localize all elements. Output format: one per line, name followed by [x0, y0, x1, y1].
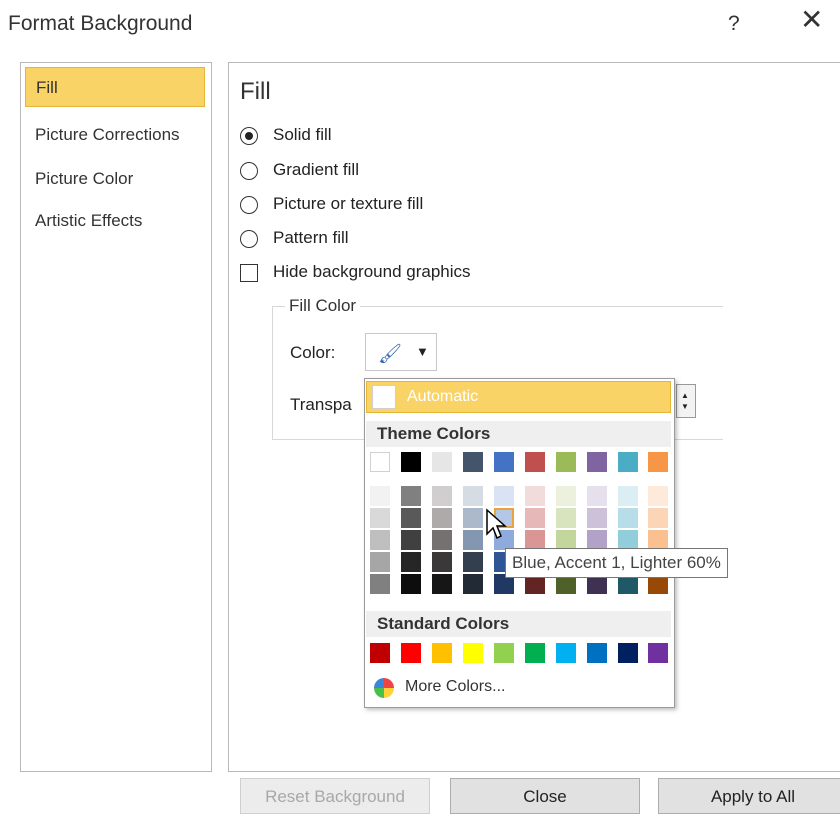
checkbox-icon — [240, 264, 258, 282]
standard-color-swatch[interactable] — [494, 643, 514, 663]
radio-icon — [240, 196, 258, 214]
reset-background-button[interactable]: Reset Background — [240, 778, 430, 814]
theme-shade-swatch[interactable] — [494, 486, 514, 506]
standard-color-swatch[interactable] — [401, 643, 421, 663]
chevron-down-icon: ▼ — [416, 344, 429, 359]
category-panel: Fill Picture Corrections Picture Color A… — [20, 62, 212, 772]
picture-texture-fill-label: Picture or texture fill — [273, 194, 424, 213]
theme-color-swatch[interactable] — [432, 452, 452, 472]
dialog-titlebar: Format Background ? ✕ — [0, 0, 840, 52]
standard-color-swatch[interactable] — [525, 643, 545, 663]
sidebar-item-picture-color[interactable]: Picture Color — [25, 159, 205, 199]
theme-shade-swatch[interactable] — [432, 486, 452, 506]
help-button[interactable]: ? — [728, 12, 740, 36]
theme-shade-swatch[interactable] — [525, 508, 545, 528]
theme-color-swatch[interactable] — [463, 452, 483, 472]
section-heading: Fill — [240, 78, 271, 105]
theme-color-swatch[interactable] — [494, 452, 514, 472]
theme-color-swatch[interactable] — [648, 452, 668, 472]
standard-color-swatch[interactable] — [618, 643, 638, 663]
theme-shade-swatch[interactable] — [401, 552, 421, 572]
standard-color-swatch[interactable] — [432, 643, 452, 663]
mouse-cursor-icon — [486, 508, 507, 540]
theme-shade-swatch[interactable] — [525, 486, 545, 506]
theme-color-swatch[interactable] — [401, 452, 421, 472]
theme-shade-swatch[interactable] — [648, 486, 668, 506]
spinner-down-icon[interactable]: ▼ — [681, 402, 689, 411]
theme-shade-swatch[interactable] — [618, 530, 638, 550]
transparency-spinner[interactable]: ▲ ▼ — [676, 384, 696, 418]
gradient-fill-label: Gradient fill — [273, 160, 359, 179]
standard-color-swatch[interactable] — [370, 643, 390, 663]
theme-shade-swatch[interactable] — [432, 552, 452, 572]
hide-background-label: Hide background graphics — [273, 262, 471, 281]
theme-color-swatch[interactable] — [525, 452, 545, 472]
pattern-fill-label: Pattern fill — [273, 228, 349, 247]
theme-shade-swatch[interactable] — [525, 530, 545, 550]
fill-color-dropdown[interactable]: 🖌︎ ▼ — [365, 333, 437, 371]
theme-shade-swatch[interactable] — [370, 552, 390, 572]
theme-shade-swatch[interactable] — [587, 508, 607, 528]
theme-color-swatch[interactable] — [556, 452, 576, 472]
radio-selected-icon — [240, 127, 258, 145]
sidebar-item-artistic-effects[interactable]: Artistic Effects — [25, 201, 205, 241]
spinner-up-icon[interactable]: ▲ — [681, 391, 689, 400]
color-label: Color: — [290, 343, 336, 362]
apply-to-all-button[interactable]: Apply to All — [658, 778, 840, 814]
color-tooltip: Blue, Accent 1, Lighter 60% — [505, 548, 728, 578]
transparency-label: Transpa — [290, 395, 352, 414]
standard-color-swatch[interactable] — [556, 643, 576, 663]
theme-shade-swatch[interactable] — [401, 530, 421, 550]
theme-shade-swatch[interactable] — [648, 508, 668, 528]
theme-shade-swatch[interactable] — [556, 486, 576, 506]
theme-shade-swatch[interactable] — [463, 486, 483, 506]
theme-shade-swatch[interactable] — [463, 530, 483, 550]
close-dialog-button[interactable]: ✕ — [800, 6, 823, 34]
theme-shade-swatch[interactable] — [556, 530, 576, 550]
theme-color-swatch[interactable] — [370, 452, 390, 472]
paint-bucket-icon: 🖌︎ — [378, 344, 403, 365]
theme-colors-heading: Theme Colors — [366, 421, 671, 447]
theme-shade-swatch[interactable] — [401, 574, 421, 594]
theme-shade-swatch[interactable] — [618, 486, 638, 506]
theme-shade-swatch[interactable] — [587, 486, 607, 506]
theme-shade-swatch[interactable] — [587, 530, 607, 550]
more-colors-link[interactable]: More Colors... — [405, 678, 505, 696]
theme-shade-swatch[interactable] — [618, 508, 638, 528]
radio-icon — [240, 230, 258, 248]
standard-color-swatch[interactable] — [587, 643, 607, 663]
theme-shade-swatch[interactable] — [556, 508, 576, 528]
theme-shade-swatch[interactable] — [463, 574, 483, 594]
theme-shade-swatch[interactable] — [370, 530, 390, 550]
theme-color-swatch[interactable] — [618, 452, 638, 472]
sidebar-item-picture-corrections[interactable]: Picture Corrections — [25, 115, 205, 155]
theme-shade-swatch[interactable] — [463, 552, 483, 572]
fill-color-group-label: Fill Color — [285, 296, 361, 316]
standard-colors-heading: Standard Colors — [366, 611, 671, 637]
color-wheel-icon — [374, 678, 394, 698]
automatic-color-option[interactable]: Automatic — [366, 381, 671, 413]
solid-fill-label: Solid fill — [273, 125, 332, 144]
standard-color-swatch[interactable] — [648, 643, 668, 663]
sidebar-item-fill[interactable]: Fill — [25, 67, 205, 107]
theme-shade-swatch[interactable] — [432, 530, 452, 550]
theme-shade-swatch[interactable] — [648, 530, 668, 550]
theme-shade-swatch[interactable] — [401, 508, 421, 528]
theme-shade-swatch[interactable] — [401, 486, 421, 506]
standard-color-swatch[interactable] — [463, 643, 483, 663]
theme-color-swatch[interactable] — [587, 452, 607, 472]
theme-shade-swatch[interactable] — [463, 508, 483, 528]
theme-shade-swatch[interactable] — [370, 486, 390, 506]
radio-icon — [240, 162, 258, 180]
close-button[interactable]: Close — [450, 778, 640, 814]
automatic-swatch — [372, 385, 396, 409]
dialog-title: Format Background — [8, 12, 193, 35]
theme-shade-swatch[interactable] — [370, 508, 390, 528]
theme-shade-swatch[interactable] — [432, 574, 452, 594]
theme-shade-swatch[interactable] — [370, 574, 390, 594]
automatic-label: Automatic — [407, 388, 479, 405]
theme-shade-swatch[interactable] — [432, 508, 452, 528]
